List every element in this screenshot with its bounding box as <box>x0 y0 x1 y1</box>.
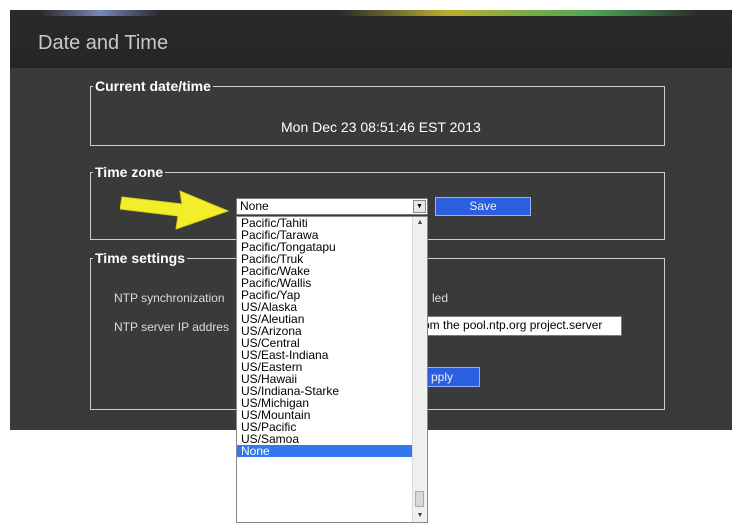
timezone-option[interactable]: None <box>237 445 412 457</box>
timezone-legend: Time zone <box>95 164 164 180</box>
yellow-arrow-icon <box>120 190 230 230</box>
timezone-options: Pacific/Tahiti Pacific/Tarawa Pacific/Tong… <box>237 217 412 457</box>
scroll-up-icon[interactable]: ▲ <box>413 217 427 229</box>
ntp-sync-value: led <box>432 291 449 305</box>
save-button[interactable]: Save <box>435 197 531 216</box>
page-title: Date and Time <box>38 32 169 54</box>
ntp-sync-label: NTP synchronization <box>114 291 225 305</box>
scroll-down-icon[interactable]: ▼ <box>413 510 427 522</box>
timezone-select[interactable]: None ▼ <box>236 198 428 215</box>
ntp-server-label: NTP server IP addres <box>114 320 229 334</box>
timezone-dropdown-list[interactable]: Pacific/Tahiti Pacific/Tarawa Pacific/Tong… <box>236 216 428 523</box>
scroll-thumb[interactable] <box>415 491 424 507</box>
header-glow-right <box>340 10 700 16</box>
apply-button[interactable]: pply <box>420 367 480 387</box>
panel-header: Date and Time <box>10 10 732 68</box>
dropdown-scrollbar[interactable]: ▲ ▼ <box>412 217 427 522</box>
timezone-select-value: None <box>240 199 269 213</box>
ntp-server-input[interactable]: om the pool.ntp.org project.server <box>420 316 622 336</box>
current-datetime-group: Current date/time Mon Dec 23 08:51:46 ES… <box>90 78 665 146</box>
time-settings-legend: Time settings <box>95 250 185 266</box>
header-glow-left <box>40 10 160 16</box>
current-datetime-value: Mon Dec 23 08:51:46 EST 2013 <box>281 119 481 135</box>
chevron-down-icon[interactable]: ▼ <box>413 200 426 213</box>
current-datetime-legend: Current date/time <box>95 78 211 94</box>
